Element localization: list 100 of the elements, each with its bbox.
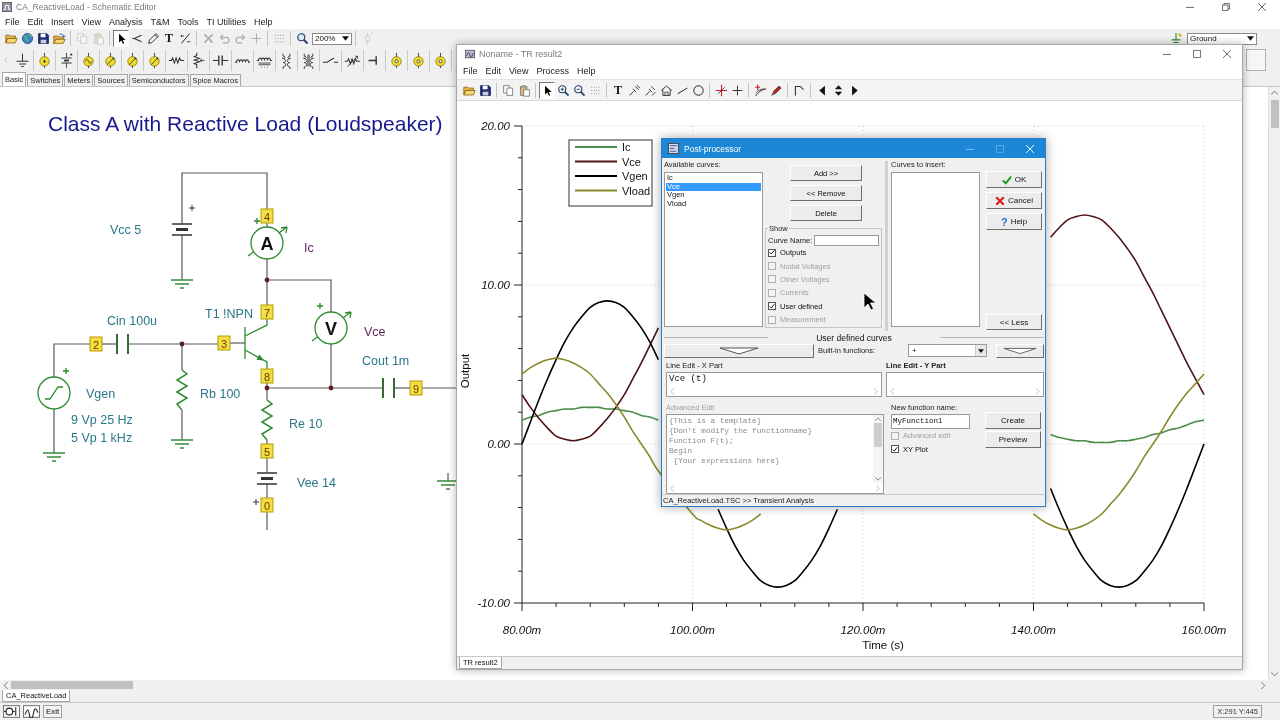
meter-icon[interactable] (124, 51, 141, 69)
dot-source-icon[interactable] (410, 51, 427, 69)
source-icon[interactable] (36, 51, 53, 69)
voltmeter-symbol (311, 302, 352, 345)
window-title: CA_ReactiveLoad - Schematic Editor (16, 2, 157, 12)
cancel-button[interactable]: Cancel (986, 192, 1042, 209)
ok-button[interactable]: OK (986, 171, 1042, 188)
resistor-symbol (175, 369, 189, 411)
pen-icon (769, 83, 783, 97)
axis-tick-label: 10.00 (481, 279, 510, 291)
app-icon (465, 49, 475, 59)
dropdown-arrow-icon (1247, 36, 1254, 41)
axis-tick-label: -10.00 (477, 597, 510, 609)
axis-tick-label: 100.00m (670, 624, 715, 636)
fraction-icon (178, 32, 192, 45)
vertical-scrollbar[interactable] (1268, 87, 1280, 680)
zoom-dropdown[interactable]: 200% (312, 32, 352, 45)
component-label: Vce (364, 325, 386, 339)
restore-icon (1222, 3, 1230, 11)
component-icon[interactable] (1169, 31, 1183, 46)
scrollbar-thumb[interactable] (874, 423, 882, 447)
scrollbar-thumb[interactable] (1270, 100, 1279, 128)
close-icon (1258, 3, 1266, 11)
resistor-symbol (260, 399, 274, 441)
expand-button[interactable] (996, 343, 1044, 358)
wire (393, 387, 411, 389)
globe-button[interactable] (19, 30, 35, 47)
function-button[interactable]: Preview (985, 431, 1041, 448)
scroll-left-icon[interactable] (3, 681, 8, 689)
help-button[interactable]: ? Help (986, 213, 1042, 230)
menu-item[interactable]: Process (532, 66, 573, 76)
chart-icon[interactable] (23, 705, 40, 718)
wire (181, 409, 183, 441)
x-axis-title: Time (s) (862, 639, 904, 651)
axis-tick-label: 140.00m (1011, 624, 1056, 636)
pointer-button[interactable] (113, 30, 129, 47)
text-tool-button[interactable]: T (610, 81, 626, 99)
node-label: 5 (260, 443, 274, 459)
pointer-button[interactable] (539, 81, 555, 99)
delete-icon (201, 32, 215, 45)
less-button[interactable]: << Less (986, 314, 1042, 330)
ground-icon[interactable] (14, 51, 31, 69)
circuit-icon[interactable] (3, 705, 20, 718)
wire (266, 483, 268, 499)
menu-item[interactable]: Edit (23, 16, 48, 27)
checkmark-icon (769, 249, 775, 257)
function-button[interactable]: Create (985, 412, 1041, 429)
dot-source-icon[interactable] (388, 51, 405, 69)
magnifier-button[interactable] (294, 30, 310, 47)
menu-item[interactable]: T&M (146, 16, 174, 27)
battery-icon[interactable] (58, 51, 75, 69)
transistor-symbol (244, 317, 268, 370)
core-transformer-icon[interactable] (300, 51, 317, 69)
component-label: Vgen (86, 387, 116, 401)
menu-item[interactable]: Tools (173, 16, 203, 27)
dot-source-icon[interactable] (432, 51, 449, 69)
node-label: 3 (217, 335, 231, 351)
menu-item[interactable]: File (1, 16, 24, 27)
meter-icon[interactable] (102, 51, 119, 69)
sine-source-icon[interactable] (80, 51, 97, 69)
menu-item[interactable]: View (505, 66, 533, 76)
scroll-down-icon[interactable] (875, 477, 881, 481)
menu-item[interactable]: Analysis (104, 16, 147, 27)
crosshair-icon (249, 32, 263, 45)
menu-item[interactable]: Help (249, 16, 277, 27)
wire-tool-icon (130, 32, 144, 45)
save-button[interactable] (35, 30, 51, 47)
scroll-right-icon[interactable] (1261, 681, 1266, 689)
checkbox[interactable] (891, 445, 899, 454)
axis-tick-label: 80.00m (502, 624, 542, 636)
built-in-functions-dropdown[interactable]: + (908, 344, 987, 357)
pencil-button[interactable] (145, 30, 161, 47)
curves-to-insert-list[interactable] (891, 172, 980, 327)
scroll-down-icon[interactable] (1271, 672, 1278, 677)
menu-item[interactable]: View (77, 16, 105, 27)
meter-icon[interactable] (146, 51, 163, 69)
open-folder-icon (4, 32, 18, 45)
globe-icon (20, 32, 34, 45)
menu-item[interactable]: Help (572, 66, 600, 76)
plus-curve-icon (753, 83, 767, 97)
curve-name-field[interactable] (814, 234, 879, 246)
scroll-up-icon[interactable] (1271, 90, 1278, 95)
ground-symbol (170, 279, 194, 289)
scrollbar-thumb[interactable] (11, 681, 133, 689)
meter-letter: A (260, 234, 274, 254)
exit-button[interactable]: Exit (43, 705, 63, 718)
checkbox[interactable] (768, 302, 776, 311)
axis-tick-label: 20.00 (481, 120, 510, 132)
expand-button[interactable] (664, 343, 814, 358)
menu-item[interactable]: Edit (481, 66, 506, 76)
text-tool-button[interactable]: T (161, 30, 177, 47)
menu-item[interactable]: TI Utilities (202, 16, 250, 27)
component-dropdown[interactable]: Ground (1187, 32, 1257, 45)
menu-item[interactable]: Insert (47, 16, 78, 27)
checkbox[interactable] (768, 248, 776, 257)
menu-item[interactable]: File (459, 66, 482, 76)
junction-dot (264, 385, 270, 391)
schematic-title: Class A with Reactive Load (Loudspeaker) (48, 112, 443, 135)
potentiometer-icon[interactable] (190, 51, 207, 69)
scroll-up-icon[interactable] (875, 417, 881, 421)
